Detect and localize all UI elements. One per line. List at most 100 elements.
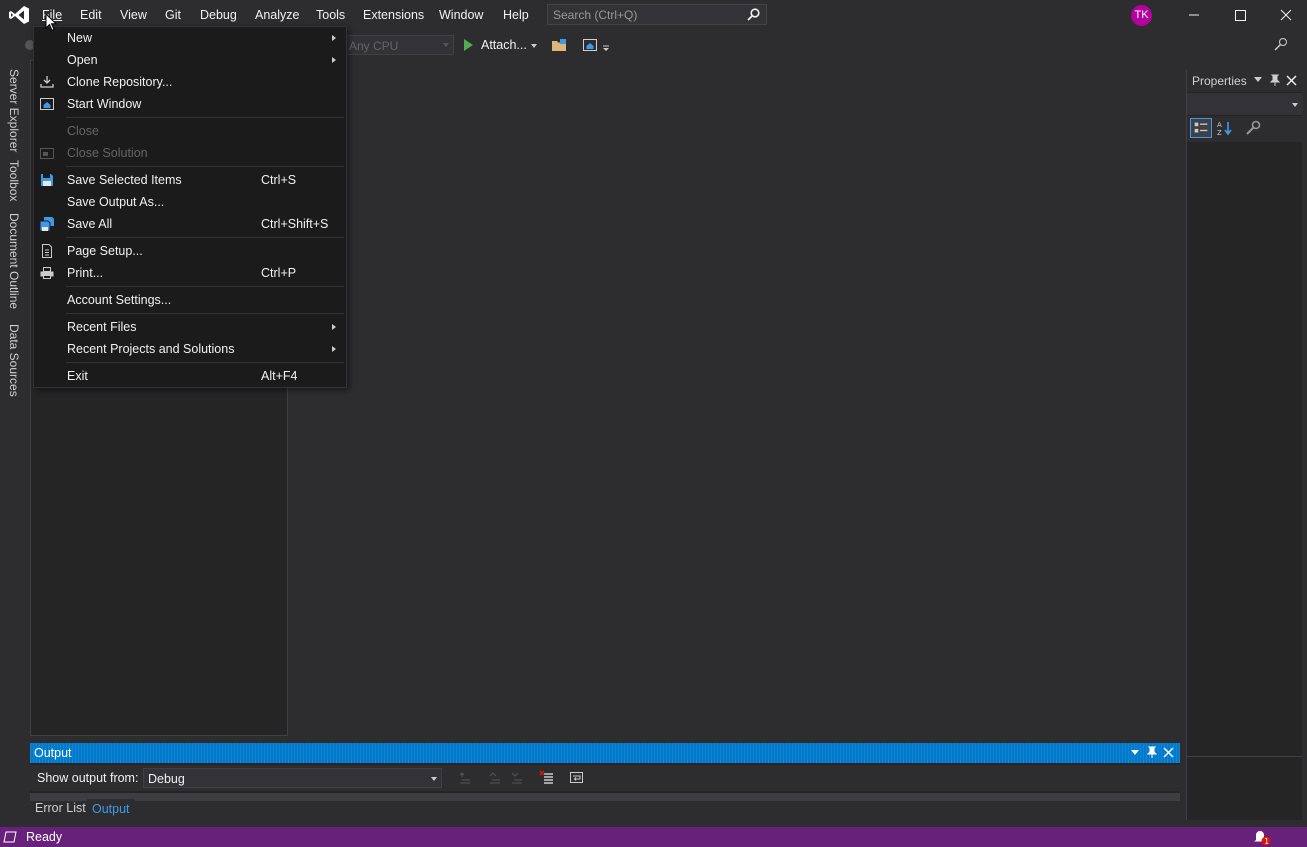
menu-separator xyxy=(66,166,344,167)
property-pages-icon[interactable] xyxy=(1244,119,1262,137)
status-text: Ready xyxy=(26,830,63,844)
menu-separator xyxy=(66,286,344,287)
menu-item-label: Save Selected Items xyxy=(67,173,182,187)
menu-item-new[interactable]: New xyxy=(34,27,346,49)
menu-item-shortcut: Alt+F4 xyxy=(261,369,298,383)
left-tool-tabs: Server Explorer Toolbox Document Outline… xyxy=(0,60,30,827)
menu-item-save-output-as[interactable]: Save Output As... xyxy=(34,191,346,213)
properties-header: Properties xyxy=(1187,70,1303,92)
close-icon[interactable] xyxy=(1163,747,1174,758)
close-icon[interactable] xyxy=(1286,75,1297,86)
print-icon xyxy=(40,267,54,279)
previous-message-icon[interactable] xyxy=(488,771,502,785)
save-all-icon xyxy=(40,217,54,231)
menu-debug[interactable]: Debug xyxy=(200,7,237,23)
menu-item-recent-projects[interactable]: Recent Projects and Solutions xyxy=(34,338,346,360)
overflow-icon[interactable] xyxy=(602,44,610,52)
categorized-icon[interactable] xyxy=(1190,118,1212,138)
menu-help[interactable]: Help xyxy=(503,7,529,23)
output-source-select[interactable]: Debug xyxy=(143,768,442,788)
maximize-button[interactable] xyxy=(1217,0,1263,30)
tab-output[interactable]: Output xyxy=(87,798,135,820)
menu-item-open[interactable]: Open xyxy=(34,49,346,71)
menu-item-start-window[interactable]: Start Window xyxy=(34,93,346,115)
minimize-button[interactable] xyxy=(1171,0,1217,30)
chevron-down-icon xyxy=(1292,103,1298,107)
menu-item-page-setup[interactable]: Page Setup... xyxy=(34,240,346,262)
tab-server-explorer[interactable]: Server Explorer xyxy=(7,69,21,152)
menu-item-print[interactable]: Print... Ctrl+P xyxy=(34,262,346,284)
ready-status-icon xyxy=(3,831,17,843)
menu-extensions[interactable]: Extensions xyxy=(363,7,424,23)
close-window-button[interactable] xyxy=(1263,0,1307,30)
submenu-arrow-icon xyxy=(332,35,336,41)
next-message-icon[interactable] xyxy=(510,771,524,785)
tab-error-list[interactable]: Error List xyxy=(30,798,91,820)
divider xyxy=(1187,756,1303,757)
properties-object-selector[interactable] xyxy=(1187,93,1303,115)
home-window-icon[interactable] xyxy=(582,37,598,53)
menu-item-exit[interactable]: Exit Alt+F4 xyxy=(34,365,346,387)
menu-item-label: Account Settings... xyxy=(67,293,172,307)
menu-item-close: Close xyxy=(34,120,346,142)
tab-data-sources[interactable]: Data Sources xyxy=(7,324,21,397)
menu-item-label: Save All xyxy=(67,217,113,231)
avatar[interactable]: TK xyxy=(1131,5,1152,26)
search-icon xyxy=(747,8,760,21)
properties-panel: Properties AZ xyxy=(1186,70,1303,820)
attach-button[interactable]: Attach... xyxy=(462,35,542,55)
search-input[interactable]: Search (Ctrl+Q) xyxy=(547,4,767,25)
menu-item-label: Open xyxy=(67,53,98,67)
output-source-value: Debug xyxy=(148,772,185,786)
chevron-down-icon[interactable] xyxy=(1254,77,1262,83)
output-header: Output xyxy=(30,743,1180,763)
menu-item-label: Recent Projects and Solutions xyxy=(67,342,235,356)
platform-value: Any CPU xyxy=(349,39,399,53)
properties-title: Properties xyxy=(1192,74,1247,88)
sort-alphabetical-icon[interactable]: AZ xyxy=(1216,119,1234,137)
word-wrap-icon[interactable] xyxy=(569,770,584,785)
menu-window[interactable]: Window xyxy=(439,7,483,23)
close-icon xyxy=(1280,9,1292,21)
menu-item-label: Exit xyxy=(67,369,88,383)
notification-count: 1 xyxy=(1264,837,1269,846)
svg-text:Z: Z xyxy=(1217,129,1222,137)
bottom-tab-strip: Error List Output xyxy=(30,798,1180,820)
menu-item-recent-files[interactable]: Recent Files xyxy=(34,316,346,338)
output-title: Output xyxy=(34,746,72,760)
menu-item-label: Page Setup... xyxy=(67,244,143,258)
show-output-label: Show output from: xyxy=(37,771,139,785)
menu-git[interactable]: Git xyxy=(165,7,181,23)
menu-item-save-all[interactable]: Save All Ctrl+Shift+S xyxy=(34,213,346,235)
menu-view[interactable]: View xyxy=(120,7,147,23)
live-share-icon[interactable] xyxy=(1273,37,1289,53)
clear-all-icon[interactable] xyxy=(539,770,554,785)
page-setup-icon xyxy=(42,244,52,258)
chevron-down-icon[interactable] xyxy=(1131,750,1139,756)
menu-item-label: Recent Files xyxy=(67,320,137,334)
submenu-arrow-icon xyxy=(332,346,336,352)
menu-separator xyxy=(66,313,344,314)
tab-document-outline[interactable]: Document Outline xyxy=(7,213,21,309)
pin-icon[interactable] xyxy=(1270,74,1280,87)
menu-separator xyxy=(66,117,344,118)
menu-tools[interactable]: Tools xyxy=(316,7,345,23)
menu-item-account-settings[interactable]: Account Settings... xyxy=(34,289,346,311)
submenu-arrow-icon xyxy=(332,57,336,63)
pin-icon[interactable] xyxy=(1147,746,1157,759)
menu-edit[interactable]: Edit xyxy=(80,7,102,23)
menu-separator xyxy=(66,237,344,238)
mouse-cursor-icon xyxy=(45,13,57,32)
menu-item-clone-repository[interactable]: Clone Repository... xyxy=(34,71,346,93)
menu-item-shortcut: Ctrl+S xyxy=(261,173,297,187)
folder-icon[interactable] xyxy=(551,37,567,53)
solution-platform-combo[interactable]: Any CPU xyxy=(342,35,454,55)
find-message-icon[interactable] xyxy=(458,771,472,785)
output-panel: Output Show output from: Debug xyxy=(30,743,1180,801)
menu-analyze[interactable]: Analyze xyxy=(255,7,299,23)
tab-toolbox[interactable]: Toolbox xyxy=(7,160,21,201)
menu-item-save-selected-items[interactable]: Save Selected Items Ctrl+S xyxy=(34,169,346,191)
home-window-icon xyxy=(40,98,54,110)
menu-item-label: Clone Repository... xyxy=(67,75,173,89)
notifications-bell-icon[interactable]: 1 xyxy=(1252,829,1274,846)
